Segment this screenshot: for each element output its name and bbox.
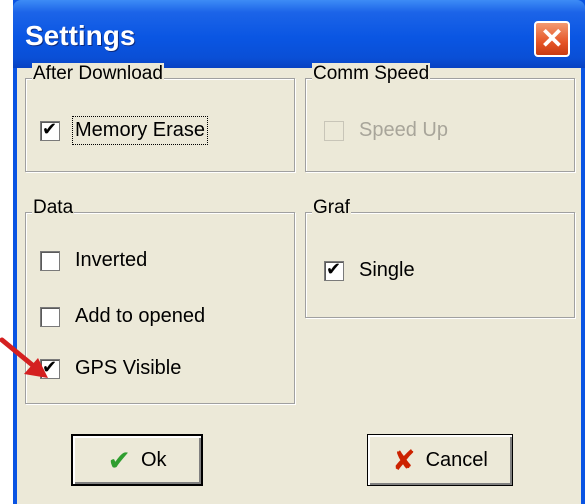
close-icon: ✕ xyxy=(540,23,564,54)
group-label: After Download xyxy=(32,63,164,85)
close-button[interactable]: ✕ xyxy=(534,21,570,57)
dialog-body: After Download Memory Erase Comm Speed S… xyxy=(17,63,581,504)
cancel-button[interactable]: ✘ Cancel xyxy=(367,434,513,486)
checkbox-box[interactable] xyxy=(40,250,60,271)
group-after-download: After Download Memory Erase xyxy=(25,63,295,172)
red-x-icon: ✘ xyxy=(392,444,416,476)
checkbox-label: Single xyxy=(359,259,415,281)
checkbox-box[interactable] xyxy=(40,119,60,141)
checkbox-label: Inverted xyxy=(75,249,148,271)
add-to-opened-checkbox[interactable]: Add to opened xyxy=(40,305,205,328)
checkbox-label: Add to opened xyxy=(75,305,206,327)
red-arrow-icon xyxy=(0,337,48,378)
checkbox-label: GPS Visible xyxy=(75,357,182,379)
group-label: Graf xyxy=(312,197,351,219)
checkbox-box[interactable] xyxy=(324,120,344,141)
group-label: Comm Speed xyxy=(312,63,431,85)
gps-visible-checkbox[interactable]: GPS Visible xyxy=(40,357,181,380)
checkbox-box[interactable] xyxy=(324,259,344,281)
ok-label: Ok xyxy=(140,448,167,471)
checkbox-label: Speed Up xyxy=(359,119,448,141)
inverted-checkbox[interactable]: Inverted xyxy=(40,249,147,272)
single-checkbox[interactable]: Single xyxy=(324,259,415,282)
group-comm-speed: Comm Speed Speed Up xyxy=(305,63,575,172)
group-data: Data Inverted Add to opened GPS Visible xyxy=(25,197,295,404)
settings-dialog: Settings ✕ After Download Memory Erase C… xyxy=(13,0,585,504)
memory-erase-checkbox[interactable]: Memory Erase xyxy=(40,116,209,145)
window-title: Settings xyxy=(25,20,136,51)
title-bar[interactable]: Settings ✕ xyxy=(13,0,585,68)
checkbox-box[interactable] xyxy=(40,306,60,327)
cancel-label: Cancel xyxy=(425,448,488,471)
green-checkmark-icon: ✔ xyxy=(107,444,131,476)
group-label: Data xyxy=(32,197,75,219)
group-graf: Graf Single xyxy=(305,197,575,318)
speed-up-checkbox[interactable]: Speed Up xyxy=(324,119,448,142)
ok-button[interactable]: ✔ Ok xyxy=(71,434,203,486)
checkbox-label: Memory Erase xyxy=(71,116,209,145)
